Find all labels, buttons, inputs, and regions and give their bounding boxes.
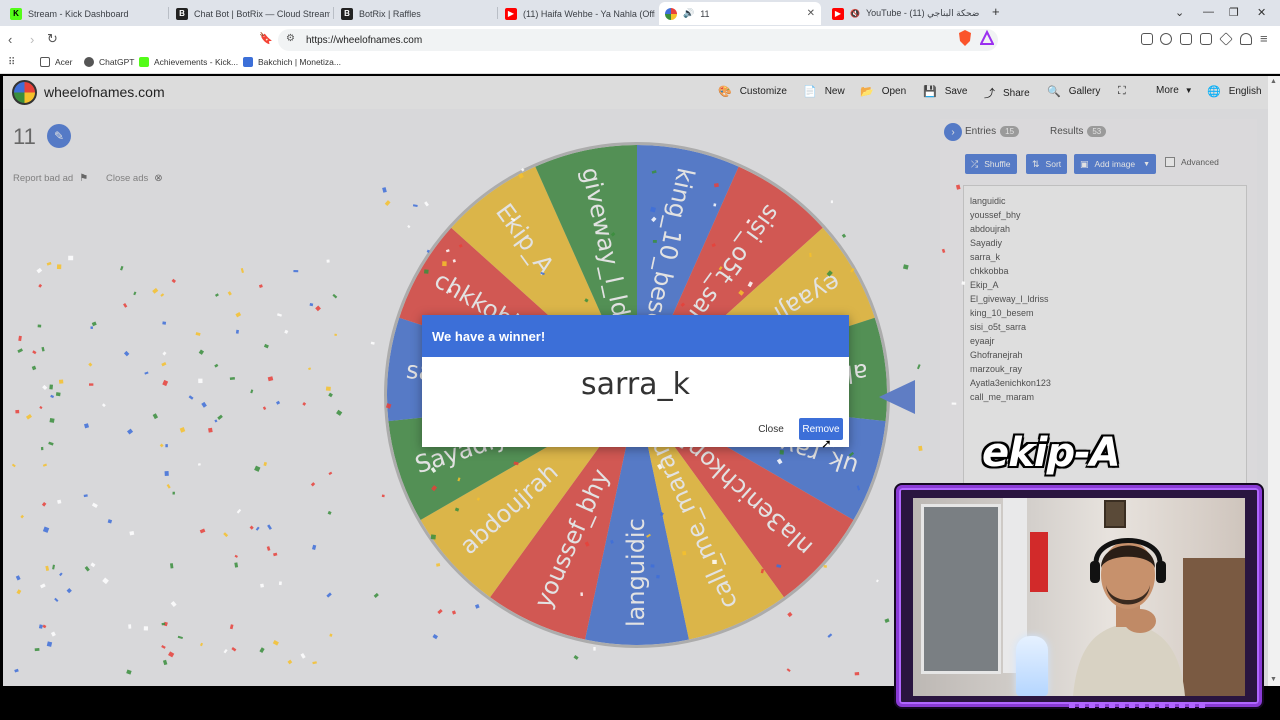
folder-icon: [40, 57, 50, 67]
site-name[interactable]: wheelofnames.com: [44, 84, 165, 100]
tab-botrix-chatbot[interactable]: B Chat Bot | BotRix — Cloud Streaming: [170, 2, 330, 25]
bookmarks-bar: ⠿ Acer ChatGPT Achievements - Kick... Ba…: [0, 54, 1280, 74]
tab-label: Stream - Kick Dashboard: [28, 8, 129, 19]
vpn-icon[interactable]: [1240, 33, 1252, 45]
youtube-icon: ▶: [832, 7, 844, 20]
tab-youtube-haifa[interactable]: ▶ (11) Haifa Wehbe - Ya Nahla (Official: [499, 2, 655, 25]
speaker-icon: 🔊: [683, 8, 695, 18]
menu-save[interactable]: 💾 Save: [923, 85, 968, 98]
tab-label: BotRix | Raffles: [359, 8, 421, 19]
extensions-icon[interactable]: [1141, 33, 1153, 45]
apps-icon[interactable]: ⠿: [8, 57, 15, 68]
tab-kick-dashboard[interactable]: K Stream - Kick Dashboard: [4, 2, 164, 25]
leo-icon[interactable]: [1219, 32, 1233, 46]
tab-botrix-raffles[interactable]: B BotRix | Raffles: [335, 2, 495, 25]
media-icon[interactable]: [1160, 33, 1172, 45]
tab-search-icon[interactable]: ⌄: [1175, 6, 1184, 19]
minimize-icon[interactable]: —: [1203, 6, 1214, 18]
winner-dialog: We have a winner! sarra_k Close Remove: [422, 315, 849, 447]
floppy-icon: 💾: [923, 86, 937, 98]
page-scrollbar[interactable]: [1268, 76, 1280, 686]
fullscreen-icon: ⛶: [1118, 85, 1126, 97]
webcam-frame: [896, 485, 1262, 708]
share-icon: ⤴: [984, 88, 995, 100]
file-icon: 📄: [803, 86, 817, 98]
stream-overlay-logo: ekip-A: [982, 430, 1121, 476]
address-toolbar: ‹ › ↻ 🔖 ⚙ https://wheelofnames.com ≡: [0, 26, 1280, 54]
reload-icon[interactable]: ↻: [47, 31, 58, 47]
webcam-feed: [913, 498, 1245, 696]
tab-label: Chat Bot | BotRix — Cloud Streaming: [194, 8, 330, 19]
sidebar-icon[interactable]: [1180, 33, 1192, 45]
scroll-up-icon[interactable]: ▲: [1270, 78, 1277, 85]
wallet-icon[interactable]: [1200, 33, 1212, 45]
tab-label: (11) Haifa Wehbe - Ya Nahla (Official: [523, 8, 655, 19]
palette-icon: 🎨: [718, 86, 732, 98]
close-tab-icon[interactable]: ✕: [807, 8, 815, 19]
folder-open-icon: 📂: [860, 86, 874, 98]
mouse-cursor-icon: ➚: [821, 436, 832, 451]
tab-label: 11: [700, 8, 710, 19]
close-button[interactable]: Close: [752, 419, 790, 439]
caret-down-icon: ▼: [1184, 86, 1193, 95]
botrix-icon: B: [341, 7, 353, 20]
tab-wheelofnames[interactable]: 🔊 11 ✕: [659, 2, 821, 25]
new-tab-icon[interactable]: +: [992, 4, 1000, 19]
menu-language[interactable]: 🌐 English: [1207, 85, 1262, 98]
maximize-icon[interactable]: ❐: [1229, 6, 1239, 19]
youtube-icon: ▶: [505, 7, 517, 20]
url-bar[interactable]: ⚙ https://wheelofnames.com: [278, 29, 998, 51]
search-icon: 🔍: [1047, 86, 1061, 98]
cam-window: [921, 504, 1001, 674]
menu-more[interactable]: More ▼: [1156, 85, 1193, 96]
muted-icon: 🔇: [850, 9, 860, 18]
site-info-icon[interactable]: ⚙: [286, 33, 295, 44]
kick-icon: [139, 57, 149, 67]
site-logo-icon[interactable]: [12, 80, 37, 105]
back-icon[interactable]: ‹: [8, 32, 12, 47]
kick-icon: K: [10, 7, 22, 20]
globe-icon: 🌐: [1207, 86, 1221, 98]
menu-new[interactable]: 📄 New: [803, 85, 845, 98]
bookmark-acer[interactable]: Acer: [40, 57, 72, 67]
bookmark-icon[interactable]: 🔖: [259, 32, 273, 45]
close-window-icon[interactable]: ✕: [1257, 6, 1266, 19]
menu-icon[interactable]: ≡: [1260, 31, 1268, 46]
chatgpt-icon: [84, 57, 94, 67]
cam-decoration-bar: [1069, 702, 1209, 708]
menu-open[interactable]: 📂 Open: [860, 85, 906, 98]
tab-label: YouTube - (11) ضحكة البناجي: [865, 8, 980, 18]
cam-lamp: [1016, 636, 1048, 696]
bakchich-icon: [243, 57, 253, 67]
bookmark-chatgpt[interactable]: ChatGPT: [84, 57, 134, 67]
cam-cabinet: [1183, 558, 1245, 696]
browser-tab-bar: K Stream - Kick Dashboard B Chat Bot | B…: [0, 0, 1280, 26]
cam-flag: [1030, 532, 1048, 592]
scroll-down-icon[interactable]: ▼: [1270, 676, 1277, 683]
url-text: https://wheelofnames.com: [306, 34, 423, 46]
menu-customize[interactable]: 🎨 Customize: [718, 85, 787, 98]
tab-youtube-2[interactable]: ▶ 🔇 YouTube - (11) ضحكة البناجي: [826, 2, 986, 25]
site-header: wheelofnames.com 🎨 Customize 📄 New 📂 Open 💾…: [3, 76, 1268, 109]
forward-icon[interactable]: ›: [30, 32, 34, 47]
botrix-icon: B: [176, 7, 188, 20]
menu-share[interactable]: ⤴ Share: [984, 85, 1030, 101]
fullscreen-button[interactable]: ⛶: [1118, 85, 1134, 98]
dialog-title: We have a winner!: [422, 315, 849, 357]
brave-rewards-icon[interactable]: [980, 30, 994, 46]
menu-gallery[interactable]: 🔍 Gallery: [1047, 85, 1100, 98]
bookmark-bakchich[interactable]: Bakchich | Monetiza...: [243, 57, 341, 67]
winner-name: sarra_k: [581, 367, 690, 402]
bookmark-achievements[interactable]: Achievements - Kick...: [139, 57, 238, 67]
streamer-figure: [1073, 538, 1185, 696]
wheel-favicon-icon: [665, 7, 677, 20]
brave-shield-icon[interactable]: [958, 30, 972, 46]
